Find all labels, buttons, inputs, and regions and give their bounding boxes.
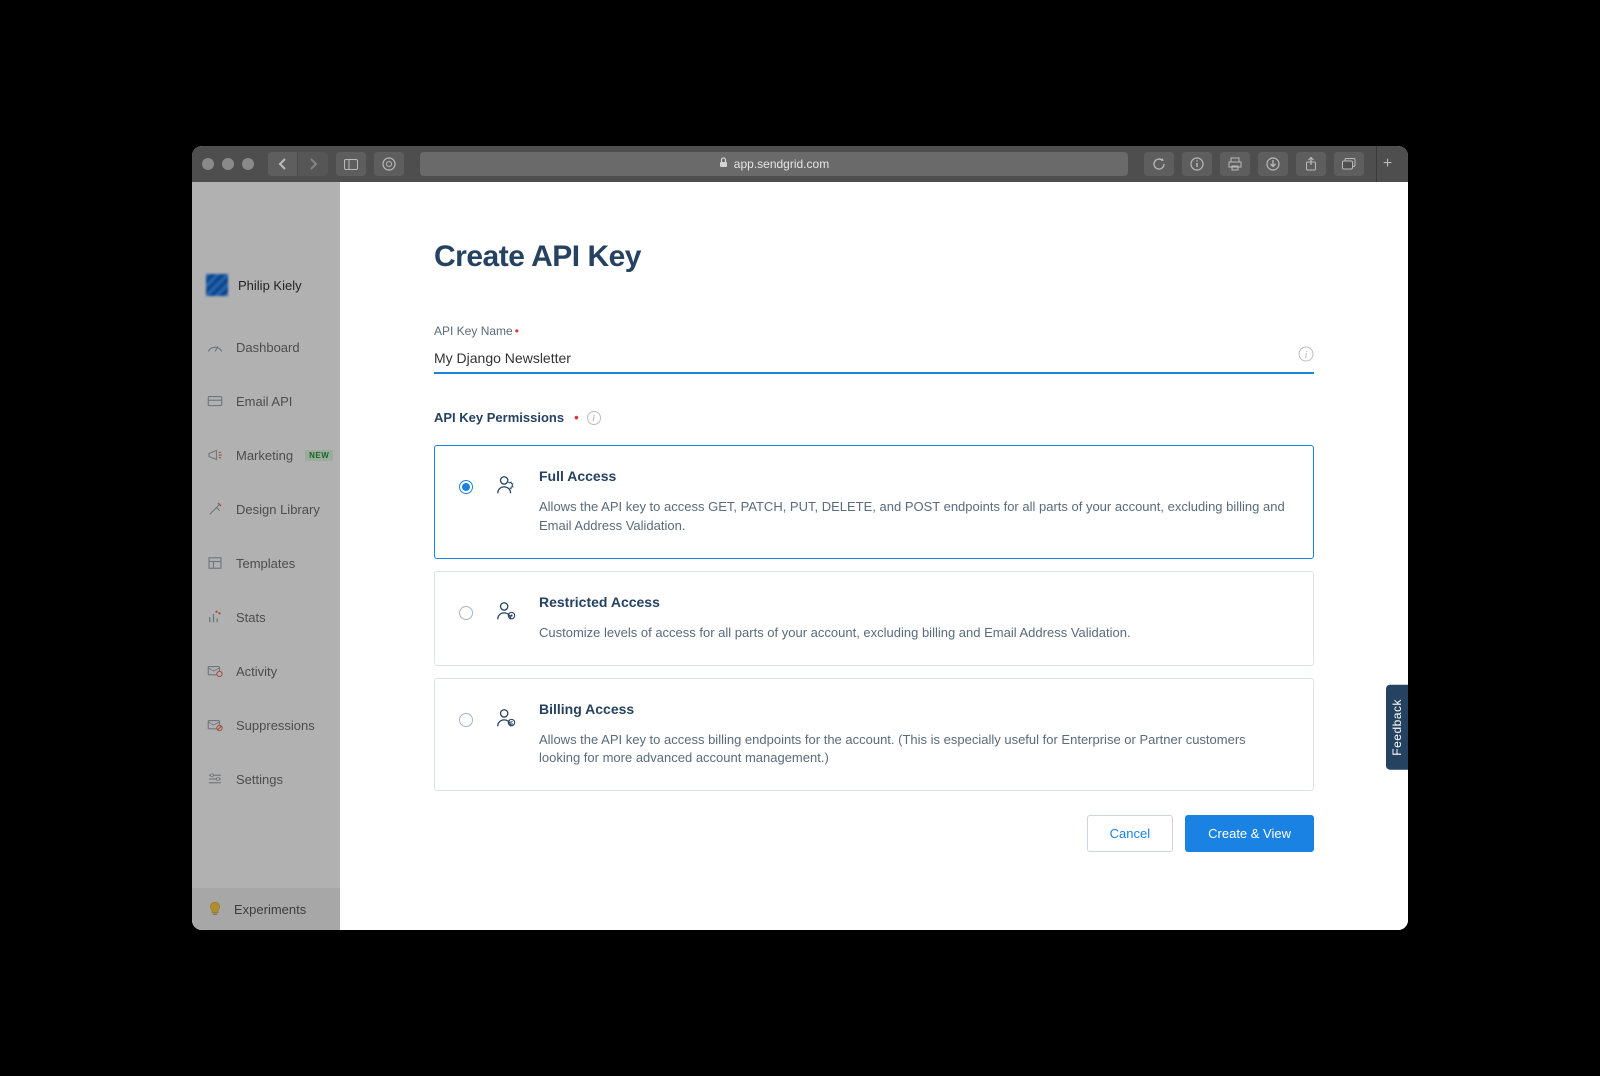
radio-button[interactable]	[459, 713, 473, 727]
back-button[interactable]	[268, 152, 298, 176]
stats-icon	[206, 608, 224, 626]
permission-desc: Customize levels of access for all parts…	[539, 624, 1289, 643]
sidebar-item-label: Stats	[236, 610, 266, 625]
sidebar-user[interactable]: Philip Kiely	[192, 262, 340, 320]
sidebar-item-label: Design Library	[236, 502, 320, 517]
api-key-name-field-wrap: API Key Name• i	[434, 322, 1314, 410]
gauge-icon	[206, 338, 224, 356]
forward-button[interactable]	[298, 152, 328, 176]
person-icon: $	[495, 707, 517, 731]
radio-button[interactable]	[459, 480, 473, 494]
sidebar: Philip Kiely Dashboard Email API Marketi…	[192, 182, 340, 930]
sidebar-item-settings[interactable]: Settings	[192, 752, 340, 792]
permission-title: Restricted Access	[539, 594, 1289, 610]
new-badge: NEW	[305, 450, 333, 461]
main-panel: Create API Key API Key Name• i API Key P…	[340, 182, 1408, 930]
permissions-list: Full Access Allows the API key to access …	[434, 445, 1314, 791]
privacy-report-button[interactable]	[374, 152, 404, 176]
sidebar-item-stats[interactable]: Stats	[192, 590, 340, 644]
design-icon	[206, 500, 224, 518]
share-icon	[1305, 157, 1317, 171]
sidebar-item-design-library[interactable]: Design Library	[192, 482, 340, 536]
feedback-tab[interactable]: Feedback	[1386, 685, 1408, 770]
sidebar-item-label: Suppressions	[236, 718, 315, 733]
radio-button[interactable]	[459, 606, 473, 620]
reload-icon	[1152, 157, 1166, 171]
page-title: Create API Key	[434, 240, 1314, 274]
permission-desc: Allows the API key to access GET, PATCH,…	[539, 498, 1289, 536]
permission-title: Billing Access	[539, 701, 1289, 717]
cancel-button[interactable]: Cancel	[1087, 815, 1173, 852]
required-marker: •	[574, 410, 579, 425]
new-tab-button[interactable]: +	[1376, 146, 1398, 182]
printer-icon	[1228, 157, 1242, 171]
info-icon[interactable]: i	[587, 411, 601, 425]
traffic-lights	[202, 158, 254, 170]
minimize-window-button[interactable]	[222, 158, 234, 170]
reload-button[interactable]	[1144, 152, 1174, 176]
sidebar-item-label: Settings	[236, 772, 283, 787]
permission-title: Full Access	[539, 468, 1289, 484]
sidebar-item-dashboard[interactable]: Dashboard	[192, 320, 340, 374]
person-icon	[495, 474, 517, 498]
sidebar-item-marketing[interactable]: Marketing NEW	[192, 428, 340, 482]
download-icon	[1266, 157, 1280, 171]
sidebar-item-activity[interactable]: Activity	[192, 644, 340, 698]
close-window-button[interactable]	[202, 158, 214, 170]
sidebar-item-label: Activity	[236, 664, 277, 679]
sidebar-item-suppressions[interactable]: Suppressions	[192, 698, 340, 752]
sidebar-item-label: Marketing	[236, 448, 293, 463]
browser-toolbar: app.sendgrid.com +	[192, 146, 1408, 182]
experiments-label: Experiments	[234, 902, 306, 917]
create-view-button[interactable]: Create & View	[1185, 815, 1314, 852]
chevron-right-icon	[308, 158, 318, 170]
downloads-button[interactable]	[1258, 152, 1288, 176]
app-content: Philip Kiely Dashboard Email API Marketi…	[192, 182, 1408, 930]
chevron-left-icon	[278, 158, 288, 170]
address-bar[interactable]: app.sendgrid.com	[420, 152, 1128, 176]
sidebar-item-label: Dashboard	[236, 340, 300, 355]
experiments-bar[interactable]: Experiments	[192, 888, 340, 930]
svg-text:i: i	[1305, 350, 1308, 361]
api-key-name-label: API Key Name•	[434, 324, 519, 338]
sidebar-item-templates[interactable]: Templates	[192, 536, 340, 590]
sliders-icon	[206, 770, 224, 788]
mail-block-icon	[206, 716, 224, 734]
address-text: app.sendgrid.com	[734, 157, 829, 171]
mail-clock-icon	[206, 662, 224, 680]
reader-button[interactable]	[1182, 152, 1212, 176]
scroll-area[interactable]: Create API Key API Key Name• i API Key P…	[340, 182, 1408, 930]
permission-card-1[interactable]: Restricted Access Customize levels of acc…	[434, 571, 1314, 666]
api-key-name-input[interactable]	[434, 344, 1314, 374]
permissions-section-label: API Key Permissions• i	[434, 410, 1314, 425]
tabs-button[interactable]	[1334, 152, 1364, 176]
lock-icon	[719, 157, 728, 171]
sidebar-item-label: Email API	[236, 394, 292, 409]
avatar	[206, 274, 228, 296]
shield-icon	[382, 157, 396, 171]
input-info-icon[interactable]: i	[1298, 346, 1314, 362]
permission-card-2[interactable]: $ Billing Access Allows the API key to acc…	[434, 678, 1314, 792]
maximize-window-button[interactable]	[242, 158, 254, 170]
browser-window: app.sendgrid.com +	[192, 146, 1408, 930]
permission-card-0[interactable]: Full Access Allows the API key to access …	[434, 445, 1314, 559]
svg-text:$: $	[510, 720, 513, 726]
required-marker: •	[515, 324, 519, 338]
sidebar-toggle-button[interactable]	[336, 152, 366, 176]
person-icon	[495, 600, 517, 624]
layout-icon	[206, 554, 224, 572]
share-button[interactable]	[1296, 152, 1326, 176]
sidebar-icon	[344, 159, 358, 170]
tabs-icon	[1342, 158, 1356, 170]
form-actions: Cancel Create & View	[434, 815, 1314, 852]
info-icon	[1190, 157, 1204, 171]
sidebar-item-label: Templates	[236, 556, 295, 571]
sidebar-item-email-api[interactable]: Email API	[192, 374, 340, 428]
permission-desc: Allows the API key to access billing end…	[539, 731, 1289, 769]
lightbulb-icon	[206, 900, 224, 918]
megaphone-icon	[206, 446, 224, 464]
sidebar-user-name: Philip Kiely	[238, 278, 302, 293]
print-button[interactable]	[1220, 152, 1250, 176]
card-icon	[206, 392, 224, 410]
